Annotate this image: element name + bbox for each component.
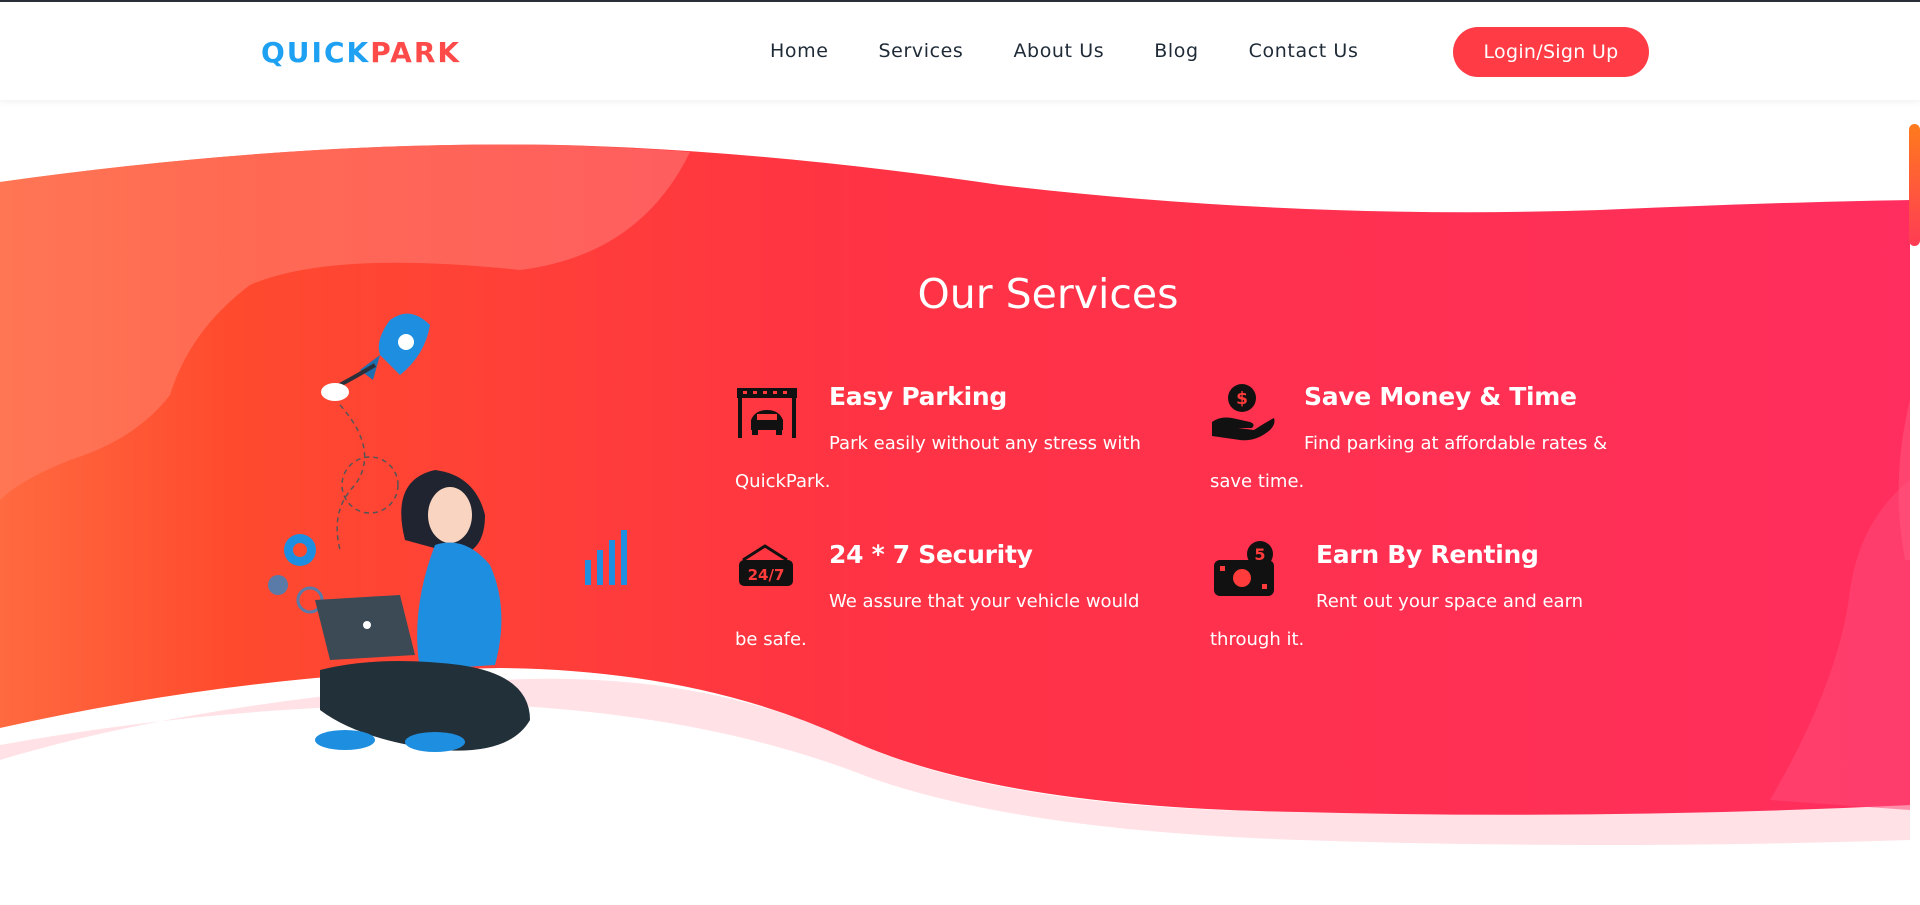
brand-logo-part2: PARK xyxy=(370,36,462,69)
service-title: Earn By Renting xyxy=(1316,540,1539,569)
nav-services[interactable]: Services xyxy=(879,40,964,62)
service-title: Save Money & Time xyxy=(1304,382,1577,411)
service-security: 24/7 24 * 7 Security We assure that your… xyxy=(735,540,1155,659)
person-with-laptop xyxy=(315,470,530,752)
service-title: 24 * 7 Security xyxy=(829,540,1033,569)
page-scrollbar[interactable] xyxy=(1909,124,1920,246)
garage-car-icon xyxy=(737,388,797,438)
brand-logo[interactable]: QUICKPARK xyxy=(261,36,461,69)
brand-logo-part1: QUICK xyxy=(261,36,371,69)
nav-contact-us[interactable]: Contact Us xyxy=(1249,40,1359,62)
svg-text:5: 5 xyxy=(1254,545,1265,564)
service-save-money: $ Save Money & Time Find parking at affo… xyxy=(1210,382,1630,501)
services-illustration xyxy=(260,310,650,770)
24-7-sign-icon: 24/7 xyxy=(739,544,793,586)
login-signup-button[interactable]: Login/Sign Up xyxy=(1453,27,1649,77)
service-title: Easy Parking xyxy=(829,382,1007,411)
svg-text:24/7: 24/7 xyxy=(748,566,785,584)
main-nav: Home Services About Us Blog Contact Us xyxy=(770,40,1408,62)
nav-home[interactable]: Home xyxy=(770,40,829,62)
nav-about-us[interactable]: About Us xyxy=(1013,40,1104,62)
site-header: QUICKPARK Home Services About Us Blog Co… xyxy=(0,2,1920,100)
svg-text:$: $ xyxy=(1236,389,1248,409)
section-title: Our Services xyxy=(917,270,1179,318)
nav-blog[interactable]: Blog xyxy=(1154,40,1198,62)
service-easy-parking: Easy Parking Park easily without any str… xyxy=(735,382,1155,501)
gear-icon xyxy=(268,534,324,614)
cash-bill-icon: 5 xyxy=(1214,541,1274,596)
bar-chart-icon xyxy=(585,530,627,585)
hand-money-icon: $ xyxy=(1212,384,1275,441)
service-earn-renting: 5 Earn By Renting Rent out your space an… xyxy=(1210,540,1630,659)
rocket-icon xyxy=(321,313,430,401)
